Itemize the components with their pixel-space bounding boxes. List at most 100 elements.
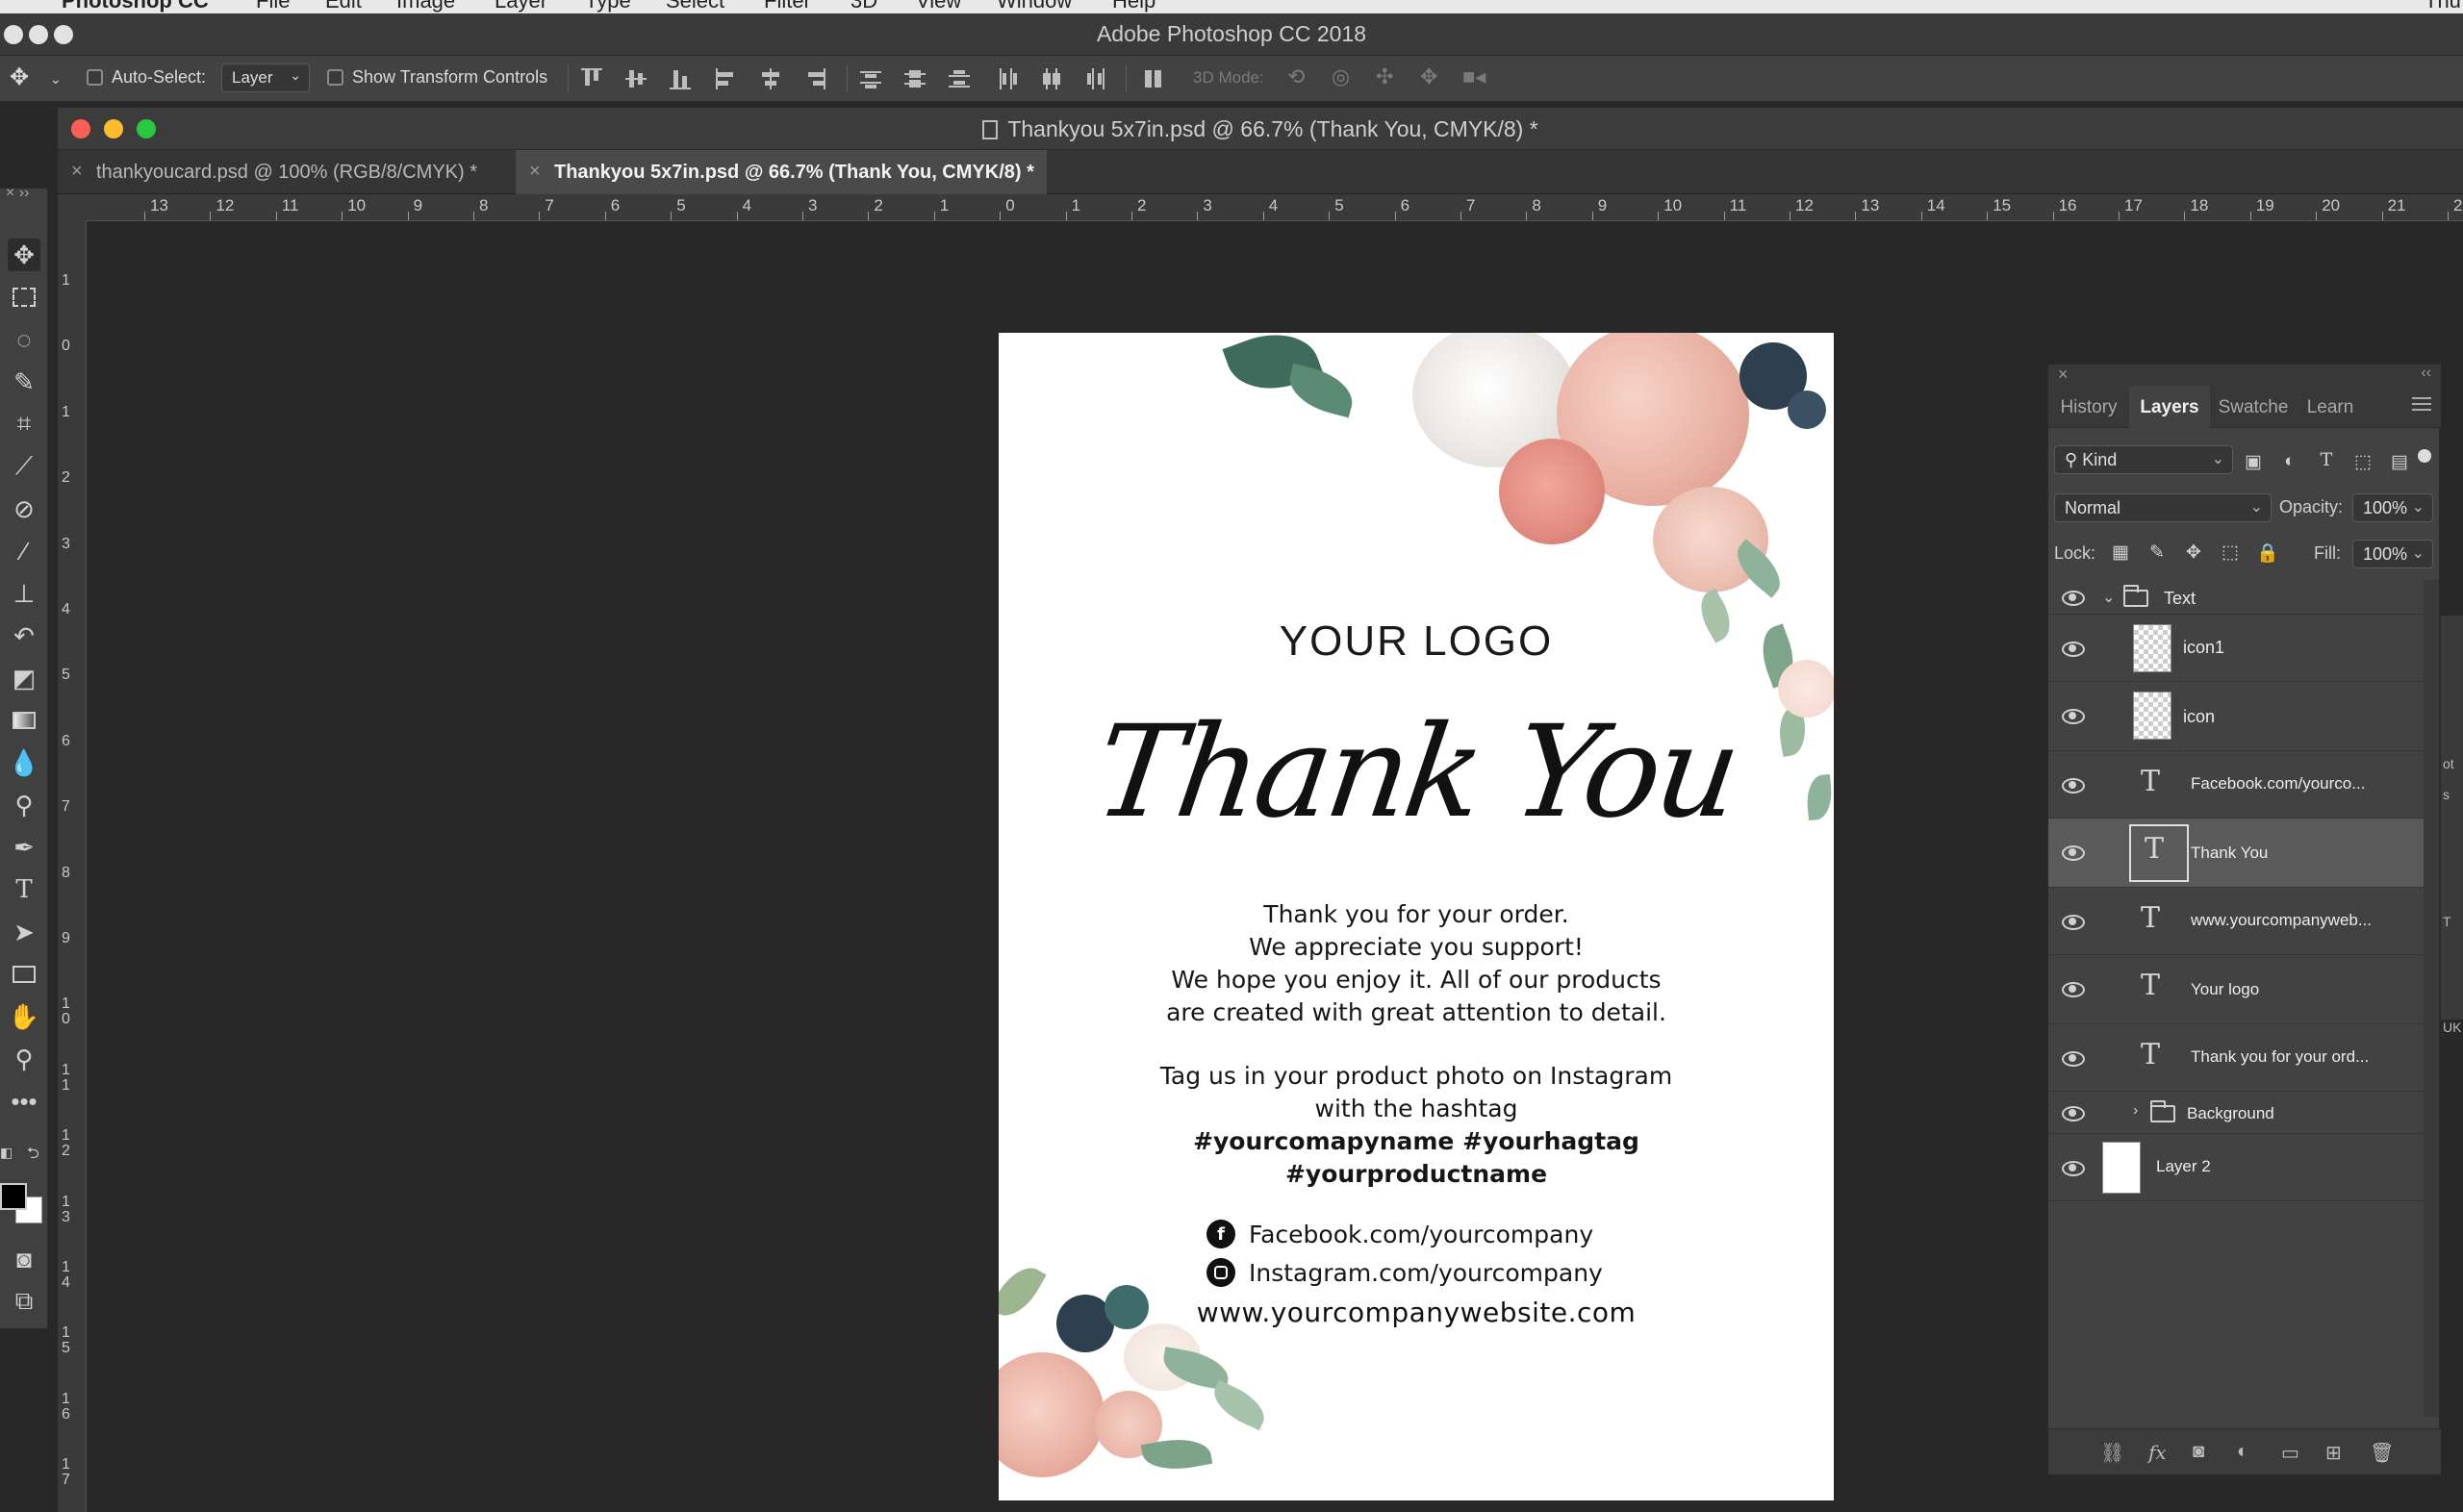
opacity-input[interactable]: 100% ⌄ [2352,493,2433,522]
type-tool-icon[interactable]: T [8,873,40,906]
visibility-eye-icon[interactable] [2062,1161,2085,1176]
lock-position-icon[interactable]: ✥ [2183,542,2204,563]
move-tool-icon[interactable]: ✥ [8,239,40,271]
3d-camera-icon[interactable]: ■◂ [1462,64,1485,89]
document-canvas[interactable]: YOUR LOGO Thank You Thank you for your o… [999,333,1834,1500]
close-panel-icon[interactable]: × [2058,365,2069,385]
add-mask-icon[interactable]: ◙ [2193,1441,2204,1463]
default-colors-icon[interactable]: ◧ [0,1145,13,1161]
menu-3d[interactable]: 3D [851,0,877,13]
align-hcenter-icon[interactable] [760,68,783,89]
marquee-tool-icon[interactable] [8,281,40,314]
lock-artboard-icon[interactable]: ⬚ [2220,542,2241,563]
visibility-eye-icon[interactable] [2062,1051,2085,1067]
visibility-eye-icon[interactable] [2062,1106,2085,1121]
menu-layer[interactable]: Layer [495,0,547,13]
layer-thank-you-text[interactable]: T Thank You [2048,819,2424,888]
path-selection-tool-icon[interactable]: ➤ [8,916,40,948]
type-filter-icon[interactable]: T [2316,449,2337,470]
show-transform-checkbox[interactable] [327,69,343,86]
menu-window[interactable]: Window [997,0,1072,13]
visibility-eye-icon[interactable] [2062,642,2085,657]
distribute-vcenter-icon[interactable] [904,68,927,89]
align-right-icon[interactable] [804,68,827,89]
adjustment-filter-icon[interactable]: ◐ [2279,451,2300,472]
menu-view[interactable]: View [916,0,961,13]
layer-group-background[interactable]: › Background [2048,1092,2424,1134]
card-hashtag-text[interactable]: Tag us in your product photo on Instagra… [999,1060,1834,1191]
horizontal-ruler[interactable]: 13 12 11 10 9 8 7 6 5 4 3 2 1 0 1 2 3 4 5 6 7 8 9 10 11 12 13 14 15 1… [87,194,2463,221]
dodge-tool-icon[interactable]: ⚲ [8,789,40,821]
menu-help[interactable]: Help [1112,0,1155,13]
quick-select-tool-icon[interactable]: ✎ [8,365,40,398]
layer-style-fx-icon[interactable]: fx [2148,1441,2167,1464]
tab-learn[interactable]: Learn [2297,386,2364,428]
menu-file[interactable]: File [256,0,290,13]
visibility-eye-icon[interactable] [2062,709,2085,724]
3d-pan-icon[interactable]: ✣ [1376,64,1393,89]
collapse-panel-icon[interactable]: ‹‹ [2421,365,2431,382]
menu-type[interactable]: Type [585,0,631,13]
layer-icon[interactable]: icon [2048,682,2424,751]
visibility-eye-icon[interactable] [2062,915,2085,930]
layer-layer-2[interactable]: Layer 2 [2048,1134,2424,1201]
layer-thank-you-order-text[interactable]: T Thank you for your ord... [2048,1024,2424,1092]
healing-brush-tool-icon[interactable]: ⊘ [8,492,40,525]
panel-menu-icon[interactable] [2412,397,2431,415]
history-brush-tool-icon[interactable]: ↶ [8,619,40,652]
visibility-eye-icon[interactable] [2062,982,2085,997]
gradient-tool-icon[interactable] [8,704,40,737]
card-facebook-line[interactable]: f Facebook.com/yourcompany [1206,1220,1593,1248]
rectangle-tool-icon[interactable] [8,958,40,991]
auto-select-checkbox[interactable] [87,69,103,86]
layers-scrollbar[interactable] [2424,580,2439,1417]
pixel-filter-icon[interactable]: ▣ [2243,451,2264,472]
pen-tool-icon[interactable]: ✒ [8,831,40,864]
layer-facebook-text[interactable]: T Facebook.com/yourco... [2048,751,2424,819]
distribute-top-icon[interactable] [860,68,883,89]
card-website-text[interactable]: www.yourcompanywebsite.com [999,1297,1834,1328]
tab-thankyoucard[interactable]: × thankyoucard.psd @ 100% (RGB/8/CMYK) * [58,150,516,194]
auto-select-target-select[interactable]: Layer ⌄ [221,63,310,92]
align-top-icon[interactable] [581,68,604,89]
trash-icon[interactable]: 🗑 [2370,1441,2394,1465]
brush-tool-icon[interactable]: ∕ [8,535,40,567]
distribute-right-icon[interactable] [1085,68,1108,89]
3d-orbit-icon[interactable]: ⟲ [1287,64,1305,89]
align-bottom-icon[interactable] [670,68,693,89]
zoom-tool-icon[interactable]: ⚲ [8,1043,40,1075]
visibility-eye-icon[interactable] [2062,778,2085,794]
distribute-hcenter-icon[interactable] [1041,68,1064,89]
new-layer-icon[interactable]: ⊞ [2325,1441,2342,1465]
new-group-icon[interactable]: ▭ [2281,1441,2299,1465]
swap-colors-icon[interactable]: ⮌ [27,1143,39,1169]
smart-object-filter-icon[interactable]: ▤ [2389,451,2410,472]
layer-website-text[interactable]: T www.yourcompanyweb... [2048,888,2424,955]
align-vcenter-icon[interactable] [625,68,648,89]
clone-stamp-tool-icon[interactable]: ⊥ [8,577,40,610]
visibility-eye-icon[interactable] [2062,845,2085,861]
collapse-tools-icon[interactable]: × ›› [6,185,29,202]
card-instagram-line[interactable]: Instagram.com/yourcompany [1206,1258,1603,1287]
card-headline[interactable]: Thank You [999,698,1834,846]
visibility-eye-icon[interactable] [2062,591,2085,606]
lock-all-icon[interactable]: 🔒 [2256,542,2279,564]
tab-swatches[interactable]: Swatche [2210,386,2297,428]
screen-mode-icon[interactable]: ⧉ [8,1285,40,1318]
filter-toggle-icon[interactable] [2418,449,2431,463]
distribute-left-icon[interactable] [997,68,1020,89]
filter-kind-select[interactable]: ⚲ Kind ⌄ [2054,445,2233,474]
blur-tool-icon[interactable]: 💧 [8,746,40,779]
menu-image[interactable]: Image [396,0,455,13]
lock-transparent-icon[interactable]: ▦ [2110,542,2131,563]
fill-input[interactable]: 100% ⌄ [2352,540,2433,568]
move-tool-icon[interactable]: ✥ [10,63,29,91]
distribute-bottom-icon[interactable] [949,68,972,89]
3d-slide-icon[interactable]: ✥ [1420,64,1437,89]
tab-thankyou-5x7[interactable]: × Thankyou 5x7in.psd @ 66.7% (Thank You,… [516,150,1047,194]
shape-filter-icon[interactable]: ⬚ [2352,451,2374,472]
menu-edit[interactable]: Edit [325,0,362,13]
3d-roll-icon[interactable]: ◎ [1332,64,1350,89]
tab-layers[interactable]: Layers [2129,386,2210,428]
more-tools-icon[interactable]: ••• [8,1085,40,1118]
